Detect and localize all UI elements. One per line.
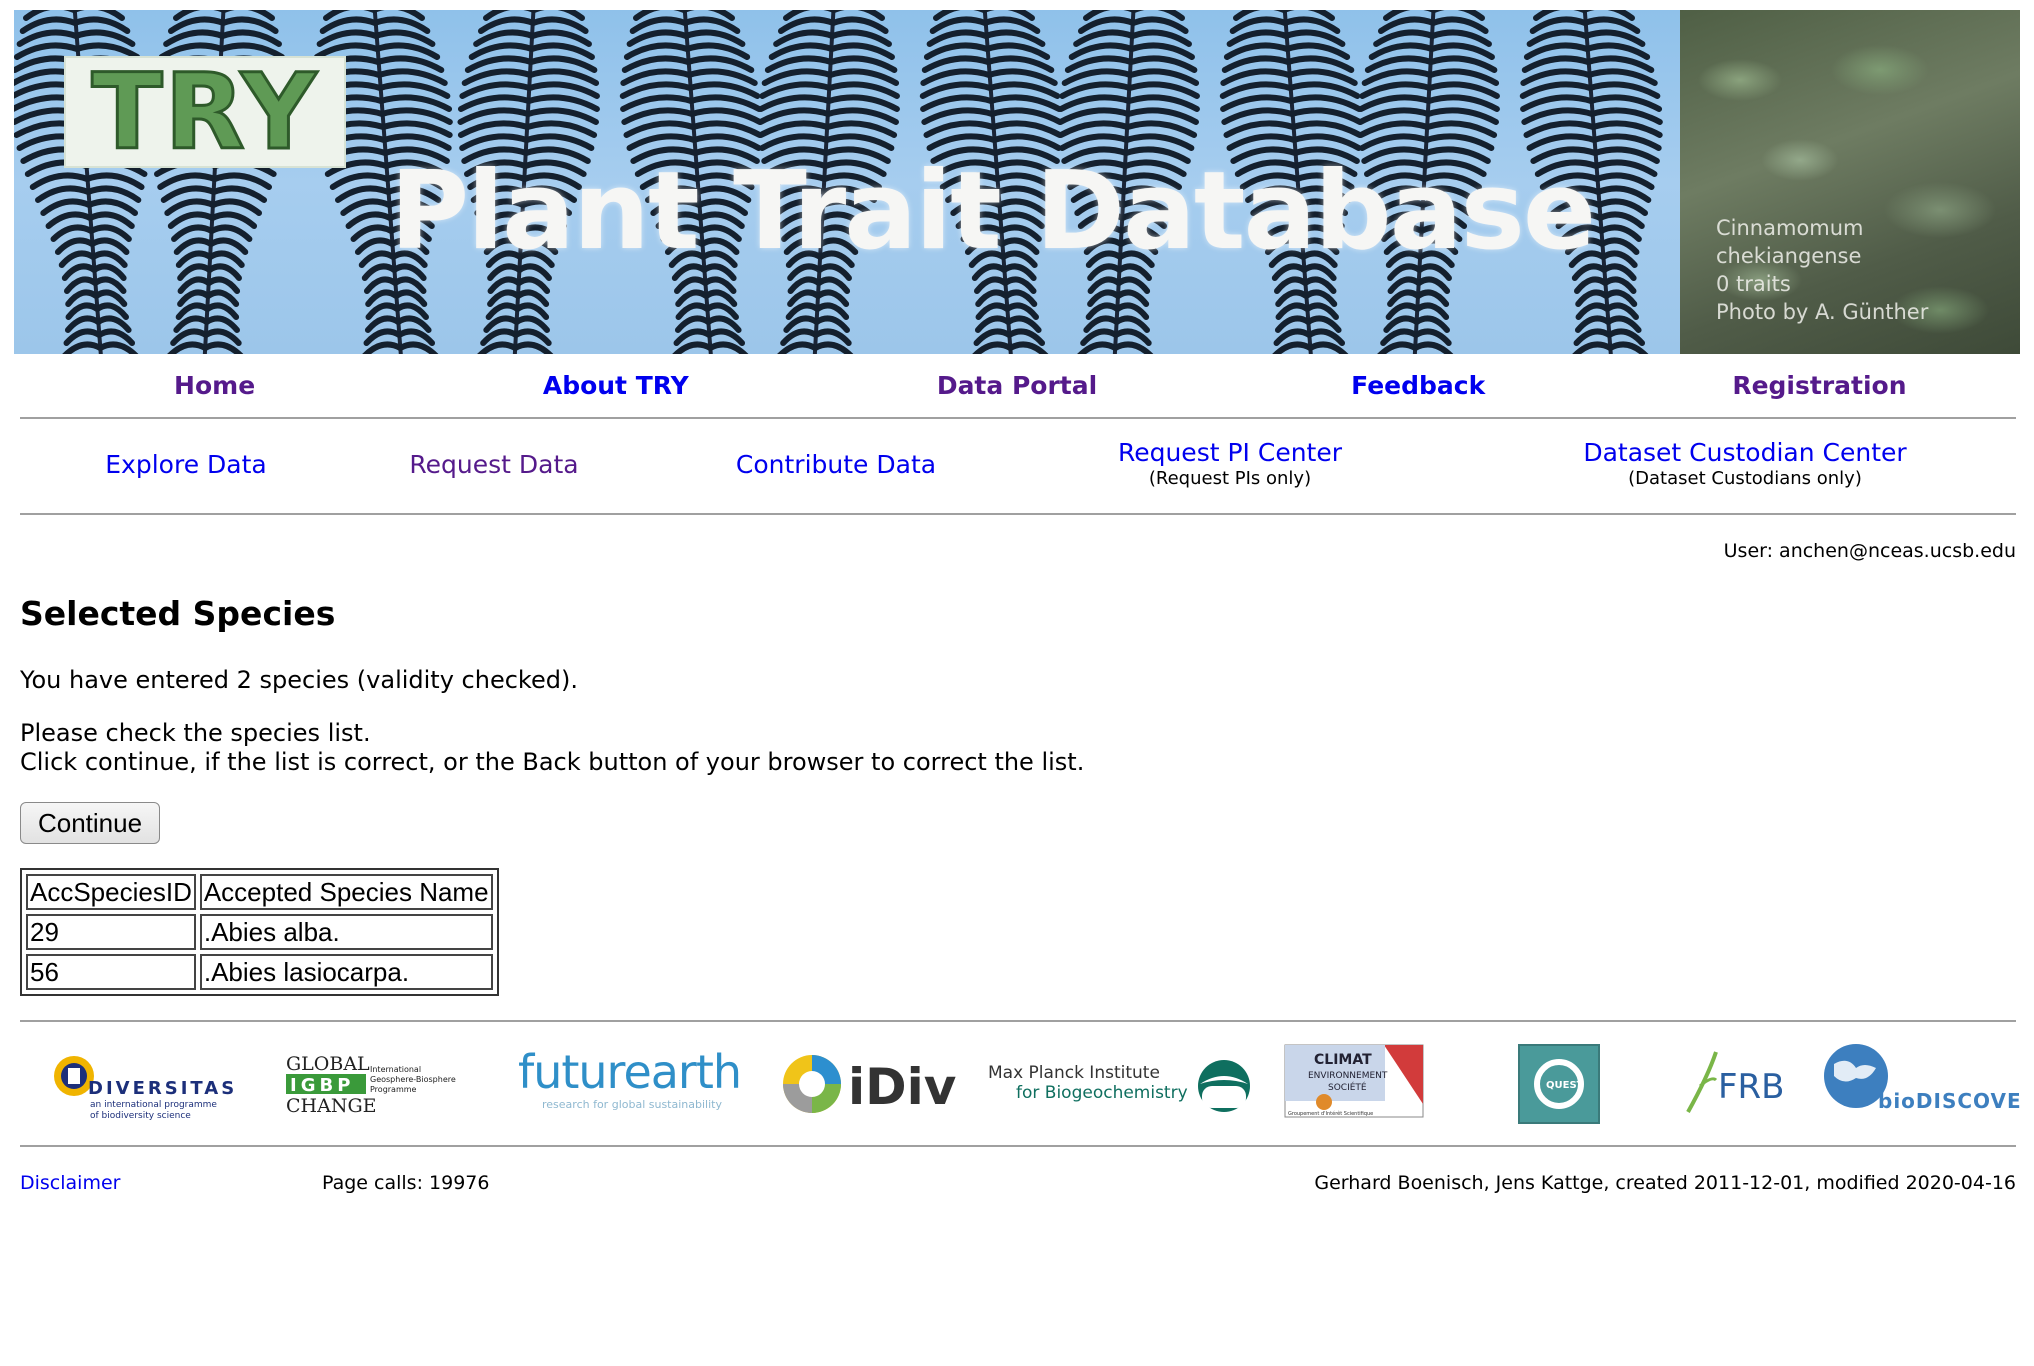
main-nav: Home About TRY Data Portal Feedback Regi… [14,368,2020,404]
biodiscovery-text: bioDISCOVERY [1878,1089,2020,1113]
frb-logo[interactable]: FRB [1682,1046,1792,1118]
try-logo-text: TRY [90,51,319,173]
quest-icon: QUEST [1518,1044,1600,1124]
igbp-sub-3: Programme [370,1085,417,1094]
subnav-contribute: Contribute Data [706,450,966,480]
igbp-line-change: CHANGE [286,1095,377,1116]
subnav-pi-center: Request PI Center (Request PIs only) [1090,438,1370,490]
divider [20,1145,2016,1147]
header-banner: TRY Plant Trait Database Cinnamomum chek… [14,10,2020,354]
photo-caption-species-epithet: chekiangense [1716,244,1862,268]
species-table: AccSpeciesID Accepted Species Name 29 .A… [20,868,499,996]
mpi-bgc-logo[interactable]: Max Planck Institute for Biogeochemistry [986,1050,1256,1116]
idiv-logo[interactable]: iDiv [780,1048,960,1118]
igbp-sub-2: Geosphere-Biosphere [370,1075,456,1084]
frb-icon: FRB [1686,1051,1785,1113]
data-portal-subnav: Explore Data Request Data Contribute Dat… [20,430,2016,502]
biodiscovery-icon: bioDISCOVERY [1824,1044,2020,1113]
climat-icon: CLIMAT ENVIRONNEMENT SOCIÉTÉ Groupement … [1284,1044,1424,1118]
species-photo: Cinnamomum chekiangense 0 traits Photo b… [1680,10,2020,354]
climat-line-2: ENVIRONNEMENT [1308,1071,1388,1081]
biodiscovery-logo[interactable]: bioDISCOVERY [1820,1042,2020,1118]
continue-button[interactable]: Continue [20,802,160,844]
frb-text: FRB [1718,1067,1785,1107]
page-title: Selected Species [20,594,336,633]
photo-caption-species-genus: Cinnamomum [1716,216,1864,240]
entered-count-text: You have entered 2 species (validity che… [20,666,578,694]
disclaimer-link[interactable]: Disclaimer [20,1172,120,1194]
dataset-custodian-center-link[interactable]: Dataset Custodian Center [1560,438,1930,468]
table-header: Accepted Species Name [199,874,493,910]
igbp-line-igbp: IGBP [290,1075,354,1096]
diversitas-tagline-1: an international programme [90,1100,217,1110]
climat-tagline: Groupement d'Intérêt Scientifique [1288,1110,1373,1117]
igbp-line-global: GLOBAL [286,1053,370,1075]
climat-line-3: SOCIÉTÉ [1328,1081,1367,1093]
custodian-center-note: (Dataset Custodians only) [1628,468,1862,489]
divider [20,417,2016,419]
igbp-sub-1: International [370,1065,421,1074]
mpi-line-2: for Biogeochemistry [1016,1083,1188,1103]
igbp-icon: GLOBAL IGBP CHANGE International Geosphe… [286,1053,456,1116]
nav-data-portal[interactable]: Data Portal [816,368,1217,404]
contribute-data-link[interactable]: Contribute Data [706,450,966,480]
explore-data-link[interactable]: Explore Data [66,450,306,480]
table-header: AccSpeciesID [26,874,196,910]
page: TRY Plant Trait Database Cinnamomum chek… [0,0,2034,1366]
igbp-logo[interactable]: GLOBAL IGBP CHANGE International Geosphe… [284,1050,470,1116]
divider [20,513,2016,515]
photo-caption-credit: Photo by A. Günther [1716,300,1929,324]
try-logo[interactable]: TRY [64,56,346,168]
pi-center-note: (Request PIs only) [1148,468,1312,489]
partner-logos: DIVERSITAS an international programme of… [20,1036,2020,1126]
climat-logo[interactable]: CLIMAT ENVIRONNEMENT SOCIÉTÉ Groupement … [1284,1044,1424,1122]
request-data-link[interactable]: Request Data [374,450,614,480]
request-pi-center-link[interactable]: Request PI Center [1090,438,1370,468]
banner-title: Plant Trait Database [390,149,1596,274]
page-calls-counter: Page calls: 19976 [322,1172,490,1194]
subnav-explore: Explore Data [66,450,306,480]
diversitas-icon: DIVERSITAS an international programme of… [54,1056,237,1121]
futurearth-logo[interactable]: futurearth research for global sustainab… [514,1044,744,1116]
subnav-request: Request Data [374,450,614,480]
divider [20,1020,2016,1022]
climat-line-1: CLIMAT [1314,1052,1372,1068]
diversitas-logo[interactable]: DIVERSITAS an international programme of… [48,1046,248,1122]
photo-caption: Cinnamomum chekiangense 0 traits Photo b… [1716,214,1928,326]
table-row: 29 .Abies alba. [26,914,493,950]
banner-fern-image: TRY Plant Trait Database [14,10,1680,354]
diversitas-text: DIVERSITAS [88,1078,237,1099]
check-instruction-line-1: Please check the species list. [20,719,371,747]
table-cell-species-id: 29 [26,914,196,950]
idiv-icon: iDiv [783,1055,956,1116]
futurearth-tagline: research for global sustainability [542,1098,722,1111]
quest-logo[interactable]: QUEST [1518,1044,1600,1124]
photo-caption-traits: 0 traits [1716,272,1791,296]
quest-text: QUEST [1546,1080,1584,1091]
table-row: 56 .Abies lasiocarpa. [26,954,493,990]
footer-credit: Gerhard Boenisch, Jens Kattge, created 2… [1314,1172,2016,1194]
table-cell-species-name: .Abies alba. [199,914,493,950]
idiv-text: iDiv [848,1058,956,1116]
table-cell-species-name: .Abies lasiocarpa. [199,954,493,990]
table-header-row: AccSpeciesID Accepted Species Name [26,874,493,910]
nav-registration[interactable]: Registration [1619,368,2020,404]
user-info: User: anchen@nceas.ucsb.edu [1723,540,2016,562]
diversitas-tagline-2: of biodiversity science [90,1111,191,1121]
mpi-bgc-icon: Max Planck Institute for Biogeochemistry [988,1060,1250,1112]
nav-about-try[interactable]: About TRY [415,368,816,404]
nav-home[interactable]: Home [14,368,415,404]
subnav-custodian-center: Dataset Custodian Center (Dataset Custod… [1560,438,1930,490]
mpi-line-1: Max Planck Institute [988,1063,1160,1083]
table-cell-species-id: 56 [26,954,196,990]
futurearth-icon: futurearth research for global sustainab… [518,1045,742,1111]
nav-feedback[interactable]: Feedback [1218,368,1619,404]
check-instruction-line-2: Click continue, if the list is correct, … [20,748,1085,776]
futurearth-text: futurearth [518,1045,741,1099]
